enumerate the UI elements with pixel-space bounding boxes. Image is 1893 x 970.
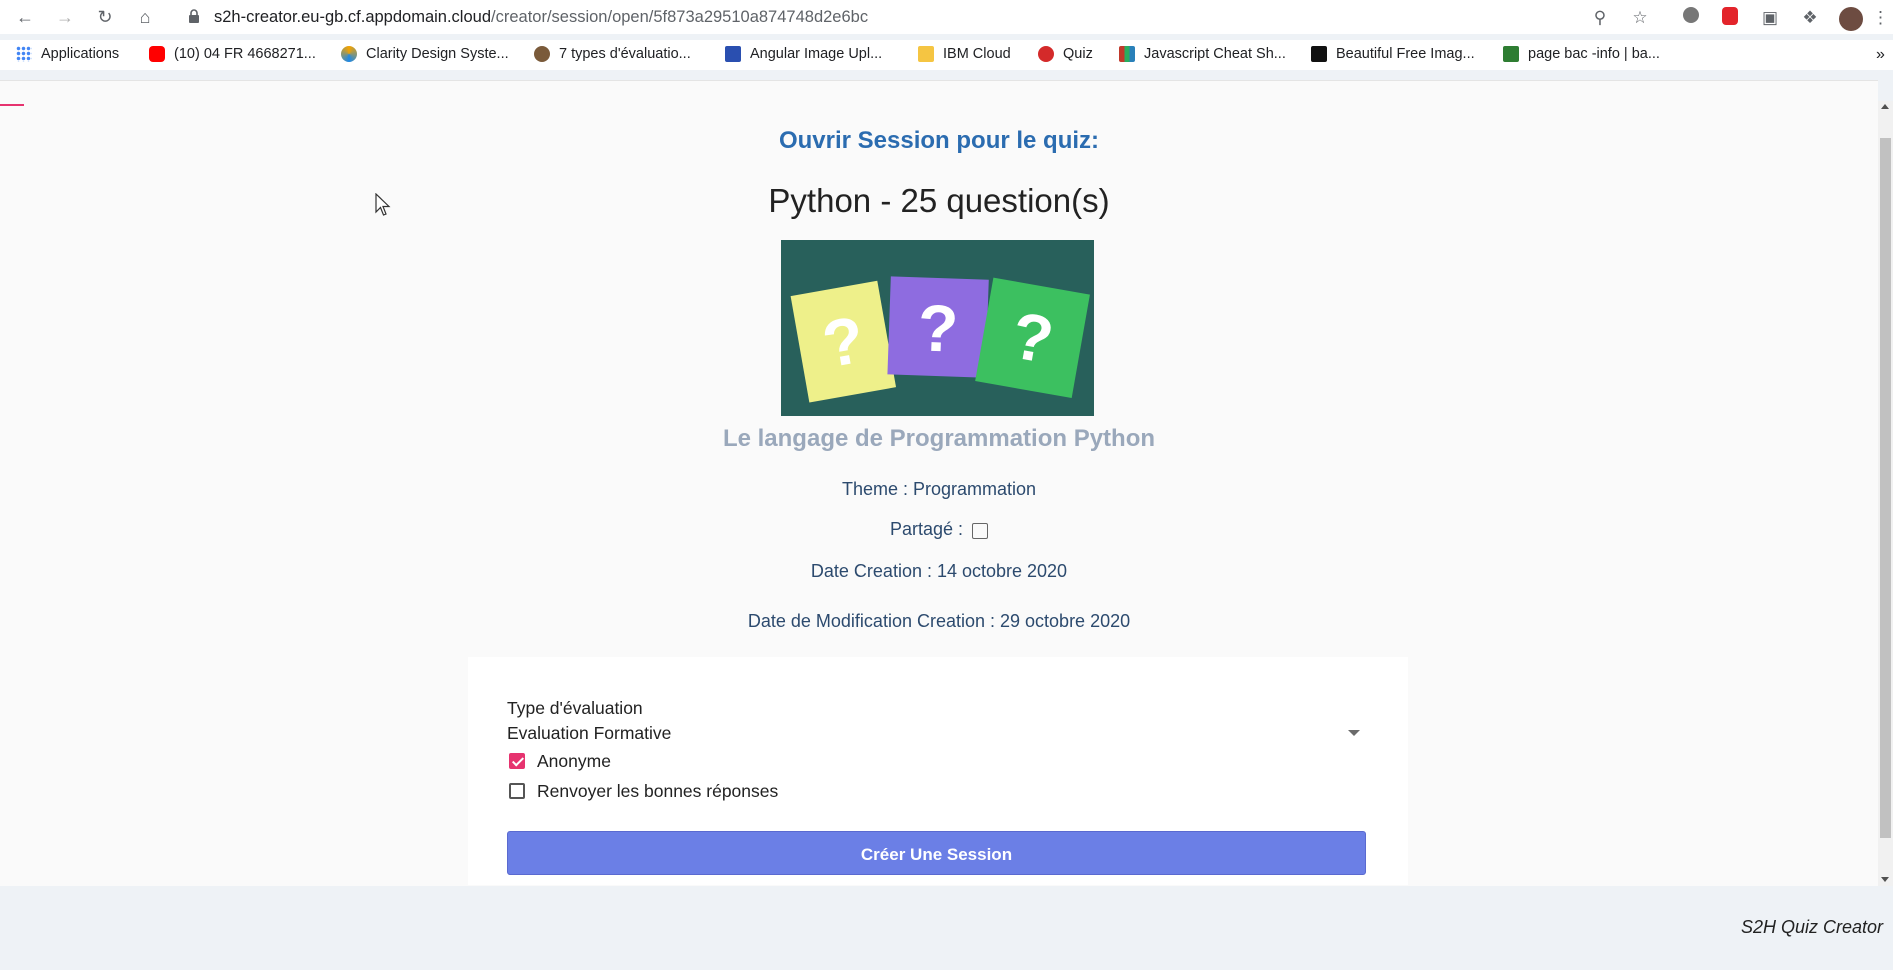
- url-host: s2h-creator.eu-gb.cf.appdomain.cloud: [214, 8, 492, 26]
- bookmark-unsplash[interactable]: Beautiful Free Imag...: [1311, 46, 1475, 62]
- bac-icon: [1503, 46, 1519, 62]
- more-bookmarks-button[interactable]: »: [1876, 46, 1885, 64]
- page-heading: Ouvrir Session pour le quiz:: [778, 127, 1100, 154]
- unsplash-icon: [1311, 46, 1327, 62]
- scroll-up-icon[interactable]: [1881, 104, 1889, 109]
- bookmark-youtube[interactable]: (10) 04 FR 4668271...: [149, 46, 316, 62]
- bookmark-label: page bac -info | ba...: [1528, 46, 1660, 62]
- books-icon: [1119, 46, 1135, 62]
- bookmark-quiz[interactable]: Quiz: [1038, 46, 1093, 62]
- adblock-icon[interactable]: [1719, 7, 1741, 29]
- shared-label: Partagé :: [889, 519, 964, 539]
- bookmark-label: Javascript Cheat Sh...: [1144, 46, 1286, 62]
- bookmark-javascript[interactable]: Javascript Cheat Sh...: [1119, 46, 1286, 62]
- forward-icon[interactable]: →: [54, 6, 76, 28]
- scrollbar[interactable]: [1878, 101, 1893, 886]
- evaluation-type-label: Type d'évaluation: [507, 698, 643, 718]
- quiz-title: Python - 25 question(s): [768, 182, 1110, 219]
- owl-icon: [534, 46, 550, 62]
- bookmark-label: 7 types d'évaluatio...: [559, 46, 691, 62]
- mouse-cursor-icon: [375, 193, 391, 216]
- browser-toolbar: ← → ↻ ⌂ s2h-creator.eu-gb.cf.appdomain.c…: [0, 0, 1893, 34]
- scroll-thumb[interactable]: [1880, 138, 1891, 838]
- star-icon[interactable]: ☆: [1629, 7, 1651, 29]
- create-session-button[interactable]: Créer Une Session: [507, 831, 1366, 875]
- folder-icon: [918, 46, 934, 62]
- loading-indicator: [0, 104, 24, 106]
- extension-tomato-icon[interactable]: [1680, 7, 1702, 29]
- reload-icon[interactable]: ↻: [94, 6, 116, 28]
- shared-row: Partagé :: [0, 519, 1878, 540]
- theme-text: Theme : Programmation: [841, 479, 1037, 499]
- scroll-down-icon[interactable]: [1881, 877, 1889, 882]
- bookmark-angular[interactable]: Angular Image Upl...: [725, 46, 882, 62]
- footer-brand: S2H Quiz Creator: [1740, 917, 1883, 937]
- url-path: /creator/session/open/5f873a29510a874748…: [491, 8, 869, 26]
- quiz-subtitle: Le langage de Programmation Python: [722, 425, 1156, 452]
- lock-icon: [189, 9, 199, 23]
- bookmark-bac[interactable]: page bac -info | ba...: [1503, 46, 1660, 62]
- youtube-icon: [149, 46, 165, 62]
- address-bar[interactable]: s2h-creator.eu-gb.cf.appdomain.cloud/cre…: [214, 8, 868, 27]
- bookmark-ibm-cloud[interactable]: IBM Cloud: [918, 46, 1011, 62]
- bookmark-label: Beautiful Free Imag...: [1336, 46, 1475, 62]
- menu-icon[interactable]: ⋮: [1872, 7, 1889, 29]
- anonymous-checkbox[interactable]: [509, 753, 525, 769]
- home-icon[interactable]: ⌂: [134, 6, 156, 28]
- key-icon[interactable]: ⚲: [1589, 7, 1611, 29]
- date-modification: Date de Modification Creation : 29 octob…: [747, 611, 1131, 631]
- bookmark-label: IBM Cloud: [943, 46, 1011, 62]
- angular-icon: [725, 46, 741, 62]
- quiz-image: ? ? ?: [781, 240, 1094, 416]
- clarity-icon: [341, 46, 357, 62]
- bookmark-label: Applications: [41, 46, 120, 62]
- return-answers-label: Renvoyer les bonnes réponses: [537, 781, 779, 801]
- cast-icon[interactable]: ▣: [1759, 7, 1781, 29]
- shared-checkbox[interactable]: [972, 523, 989, 539]
- bookmark-label: Quiz: [1063, 46, 1093, 62]
- bookmark-label: (10) 04 FR 4668271...: [174, 46, 316, 62]
- evaluation-type-select[interactable]: Evaluation Formative: [507, 723, 671, 744]
- date-creation: Date Creation : 14 octobre 2020: [810, 561, 1068, 581]
- bookmark-label: Angular Image Upl...: [750, 46, 883, 62]
- return-answers-checkbox[interactable]: [509, 783, 525, 799]
- svg-text:?: ?: [917, 290, 960, 365]
- chevron-down-icon[interactable]: [1348, 730, 1360, 736]
- quiz-icon: [1038, 46, 1054, 62]
- anonymous-label: Anonyme: [537, 751, 611, 771]
- bookmark-label: Clarity Design Syste...: [366, 46, 509, 62]
- apps-grid-icon: [16, 46, 32, 62]
- back-icon[interactable]: ←: [14, 6, 36, 28]
- bookmark-applications[interactable]: Applications: [16, 46, 119, 62]
- puzzle-icon[interactable]: ❖: [1799, 7, 1821, 29]
- bookmark-clarity[interactable]: Clarity Design Syste...: [341, 46, 509, 62]
- bookmark-evaluation[interactable]: 7 types d'évaluatio...: [534, 46, 691, 62]
- avatar[interactable]: [1839, 7, 1863, 31]
- bookmarks-bar: Applications (10) 04 FR 4668271... Clari…: [0, 40, 1893, 70]
